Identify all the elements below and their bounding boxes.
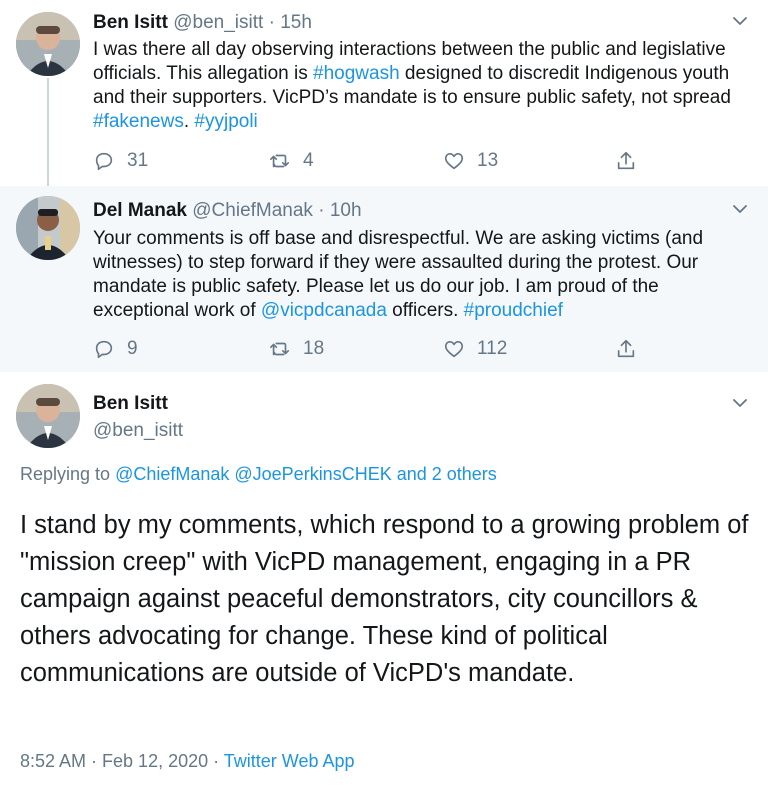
main-tweet-text: I stand by my comments, which respond to… <box>20 511 749 687</box>
chevron-down-icon[interactable] <box>731 12 749 30</box>
reply-button[interactable]: 31 <box>93 148 148 174</box>
mention-link[interactable]: @vicpdcanada <box>261 300 387 321</box>
tweet-timestamp[interactable]: 8:52 AM · Feb 12, 2020 <box>20 751 208 771</box>
reply-button[interactable]: 9 <box>93 336 138 362</box>
tweet-header: Del Manak @ChiefManak · 10h <box>93 200 362 222</box>
like-count: 112 <box>477 338 508 359</box>
share-icon <box>617 151 635 170</box>
author-handle[interactable]: @ben_isitt <box>173 12 263 33</box>
hashtag-link[interactable]: #hogwash <box>313 63 400 84</box>
reply-count: 9 <box>127 338 138 359</box>
separator: · <box>312 200 330 221</box>
author-name[interactable]: Ben Isitt <box>93 393 168 415</box>
tweet-source[interactable]: Twitter Web App <box>224 751 355 771</box>
separator: · <box>208 751 224 771</box>
hashtag-link[interactable]: #yyjpoli <box>194 111 257 132</box>
tweet-time[interactable]: 10h <box>330 200 362 221</box>
replying-to: Replying to @ChiefManak @JoePerkinsCHEK … <box>20 464 497 485</box>
retweet-icon <box>270 154 290 168</box>
retweet-button[interactable]: 4 <box>269 148 314 174</box>
author-name[interactable]: Ben Isitt <box>93 12 168 33</box>
tweet-1[interactable]: Ben Isitt @ben_isitt · 15h I was there a… <box>0 0 768 186</box>
like-button[interactable]: 13 <box>443 148 498 174</box>
like-button[interactable]: 112 <box>443 336 507 362</box>
tweet-actions: 9 18 112 <box>93 336 653 362</box>
tweet-text: Your comments is off base and disrespect… <box>93 227 743 323</box>
text-segment: officers. <box>386 300 464 321</box>
hashtag-link[interactable]: #fakenews <box>93 111 184 132</box>
like-count: 13 <box>477 150 499 171</box>
avatar[interactable] <box>16 12 80 76</box>
tweet-header: Ben Isitt @ben_isitt · 15h <box>93 12 312 34</box>
tweet-metadata: 8:52 AM · Feb 12, 2020 · Twitter Web App <box>20 751 355 772</box>
tweet-time[interactable]: 15h <box>280 12 312 33</box>
share-button[interactable] <box>615 148 649 174</box>
replying-users-link[interactable]: @ChiefManak @JoePerkinsCHEK and 2 others <box>115 464 497 484</box>
separator: · <box>263 12 281 33</box>
retweet-button[interactable]: 18 <box>269 336 324 362</box>
text-segment: . <box>183 111 195 132</box>
reply-icon <box>95 340 113 359</box>
retweet-icon <box>270 342 290 356</box>
retweet-count: 18 <box>303 338 325 359</box>
chevron-down-icon[interactable] <box>731 394 749 412</box>
author-name[interactable]: Del Manak <box>93 200 187 221</box>
author-handle[interactable]: @ChiefManak <box>192 200 313 221</box>
reply-icon <box>95 152 113 171</box>
reply-count: 31 <box>127 150 149 171</box>
like-icon <box>444 153 464 170</box>
like-icon <box>444 341 464 358</box>
chevron-down-icon[interactable] <box>731 200 749 218</box>
author-handle[interactable]: @ben_isitt <box>93 420 183 442</box>
tweet-2[interactable]: Del Manak @ChiefManak · 10h Your comment… <box>0 186 768 372</box>
avatar[interactable] <box>16 196 80 260</box>
retweet-count: 4 <box>303 150 314 171</box>
hashtag-link[interactable]: #proudchief <box>464 300 563 321</box>
tweet-actions: 31 4 13 <box>93 148 653 174</box>
share-button[interactable] <box>615 336 649 362</box>
replying-label: Replying to <box>20 464 116 484</box>
share-icon <box>617 339 635 358</box>
avatar[interactable] <box>16 384 80 448</box>
tweet-text: I was there all day observing interactio… <box>93 38 743 134</box>
